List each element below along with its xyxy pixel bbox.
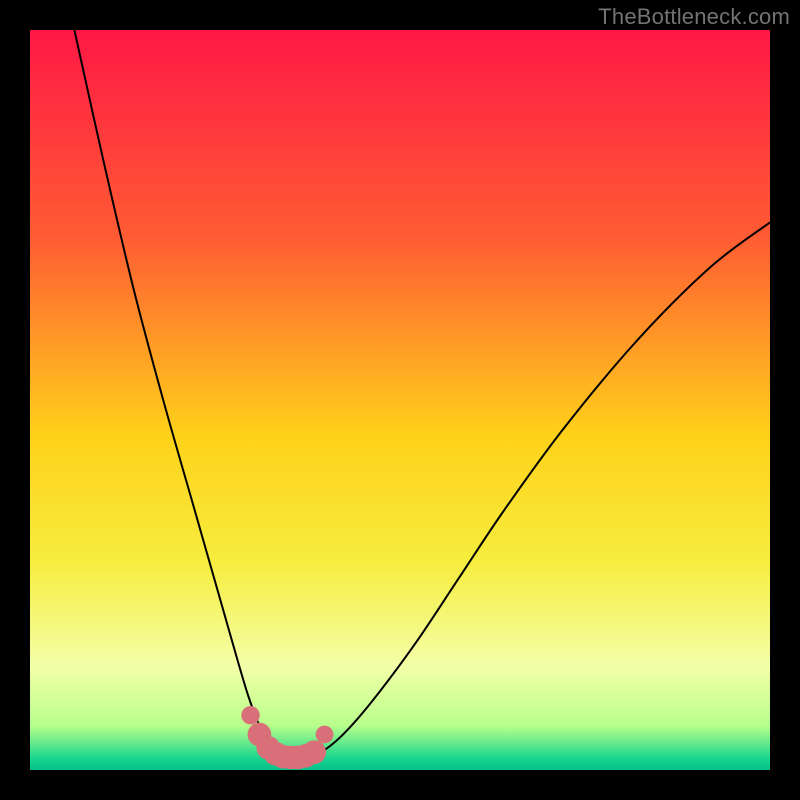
bottleneck-curve-path (74, 30, 770, 759)
plot-area (30, 30, 770, 770)
curve-layer (30, 30, 770, 770)
flat-region-marker (316, 726, 334, 744)
chart-stage: TheBottleneck.com (0, 0, 800, 800)
flat-region-markers (241, 706, 333, 769)
flat-region-marker (241, 706, 260, 725)
watermark-text: TheBottleneck.com (598, 4, 790, 30)
flat-region-marker (302, 740, 326, 764)
